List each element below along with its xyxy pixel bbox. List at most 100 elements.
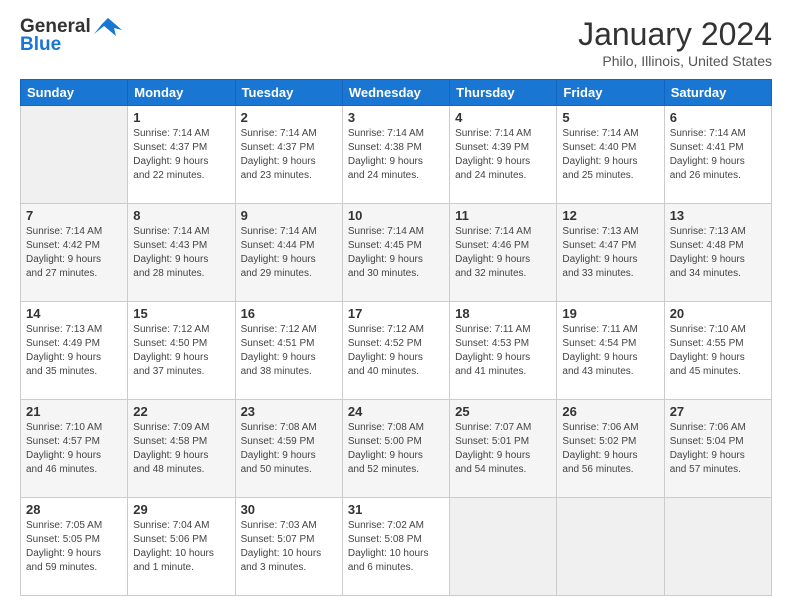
table-cell: 5Sunrise: 7:14 AM Sunset: 4:40 PM Daylig…	[557, 106, 664, 204]
day-info: Sunrise: 7:10 AM Sunset: 4:57 PM Dayligh…	[26, 421, 122, 477]
day-info: Sunrise: 7:12 AM Sunset: 4:52 PM Dayligh…	[348, 323, 444, 379]
col-tuesday: Tuesday	[235, 80, 342, 106]
day-number: 14	[26, 306, 122, 321]
title-block: January 2024 Philo, Illinois, United Sta…	[578, 16, 772, 69]
day-info: Sunrise: 7:06 AM Sunset: 5:04 PM Dayligh…	[670, 421, 766, 477]
day-number: 21	[26, 404, 122, 419]
day-info: Sunrise: 7:14 AM Sunset: 4:37 PM Dayligh…	[241, 127, 337, 183]
table-cell: 9 Sunrise: 7:14 AM Sunset: 4:44 PM Daylig…	[235, 204, 342, 302]
day-info: Sunrise: 7:06 AM Sunset: 5:02 PM Dayligh…	[562, 421, 658, 477]
table-cell: 11 Sunrise: 7:14 AM Sunset: 4:46 PM Dayli…	[450, 204, 557, 302]
day-info: Sunrise: 7:04 AM Sunset: 5:06 PM Dayligh…	[133, 519, 229, 575]
day-number: 15	[133, 306, 229, 321]
table-cell: 7 Sunrise: 7:14 AM Sunset: 4:42 PM Daylig…	[21, 204, 128, 302]
table-cell: 13Sunrise: 7:13 AM Sunset: 4:48 PM Dayli…	[664, 204, 771, 302]
day-number: 10	[348, 208, 444, 223]
day-info: Sunrise: 7:14 AM Sunset: 4:44 PM Dayligh…	[241, 225, 337, 281]
table-cell: 21 Sunrise: 7:10 AM Sunset: 4:57 PM Dayli…	[21, 400, 128, 498]
day-info: Sunrise: 7:08 AM Sunset: 4:59 PM Dayligh…	[241, 421, 337, 477]
location-subtitle: Philo, Illinois, United States	[578, 53, 772, 69]
col-monday: Monday	[128, 80, 235, 106]
col-wednesday: Wednesday	[342, 80, 449, 106]
day-info: Sunrise: 7:03 AM Sunset: 5:07 PM Dayligh…	[241, 519, 337, 575]
day-info: Sunrise: 7:12 AM Sunset: 4:50 PM Dayligh…	[133, 323, 229, 379]
col-friday: Friday	[557, 80, 664, 106]
logo-blue: Blue	[20, 34, 61, 56]
day-number: 7	[26, 208, 122, 223]
day-info: Sunrise: 7:14 AM Sunset: 4:46 PM Dayligh…	[455, 225, 551, 281]
day-number: 1	[133, 110, 229, 125]
month-title: January 2024	[578, 16, 772, 53]
day-number: 9	[241, 208, 337, 223]
day-info: Sunrise: 7:14 AM Sunset: 4:39 PM Dayligh…	[455, 127, 551, 183]
table-cell: 25 Sunrise: 7:07 AM Sunset: 5:01 PM Dayli…	[450, 400, 557, 498]
table-cell: 27 Sunrise: 7:06 AM Sunset: 5:04 PM Dayli…	[664, 400, 771, 498]
day-number: 2	[241, 110, 337, 125]
table-cell: 23 Sunrise: 7:08 AM Sunset: 4:59 PM Dayli…	[235, 400, 342, 498]
day-info: Sunrise: 7:14 AM Sunset: 4:38 PM Dayligh…	[348, 127, 444, 183]
day-number: 19	[562, 306, 658, 321]
table-cell: 3 Sunrise: 7:14 AM Sunset: 4:38 PM Daylig…	[342, 106, 449, 204]
calendar-table: Sunday Monday Tuesday Wednesday Thursday…	[20, 79, 772, 596]
table-cell: 20 Sunrise: 7:10 AM Sunset: 4:55 PM Dayli…	[664, 302, 771, 400]
table-cell: 1Sunrise: 7:14 AM Sunset: 4:37 PM Daylig…	[128, 106, 235, 204]
day-number: 23	[241, 404, 337, 419]
day-info: Sunrise: 7:13 AM Sunset: 4:49 PM Dayligh…	[26, 323, 122, 379]
day-number: 18	[455, 306, 551, 321]
table-cell: 31Sunrise: 7:02 AM Sunset: 5:08 PM Dayli…	[342, 498, 449, 596]
logo: General Blue	[20, 16, 122, 56]
day-info: Sunrise: 7:09 AM Sunset: 4:58 PM Dayligh…	[133, 421, 229, 477]
table-cell: 28 Sunrise: 7:05 AM Sunset: 5:05 PM Dayli…	[21, 498, 128, 596]
day-number: 13	[670, 208, 766, 223]
table-cell: 19Sunrise: 7:11 AM Sunset: 4:54 PM Dayli…	[557, 302, 664, 400]
logo-bird-icon	[94, 16, 122, 38]
day-number: 4	[455, 110, 551, 125]
week-row-1: 1 Sunrise: 7:14 AM Sunset: 4:37 PM Daylig…	[21, 106, 772, 204]
day-number: 11	[455, 208, 551, 223]
day-info: Sunrise: 7:11 AM Sunset: 4:53 PM Dayligh…	[455, 323, 551, 379]
table-cell	[450, 498, 557, 596]
day-number: 25	[455, 404, 551, 419]
day-info: Sunrise: 7:12 AM Sunset: 4:51 PM Dayligh…	[241, 323, 337, 379]
day-info: Sunrise: 7:08 AM Sunset: 5:00 PM Dayligh…	[348, 421, 444, 477]
day-number: 3	[348, 110, 444, 125]
day-info: Sunrise: 7:05 AM Sunset: 5:05 PM Dayligh…	[26, 519, 122, 575]
table-cell: 2 Sunrise: 7:14 AM Sunset: 4:37 PM Daylig…	[235, 106, 342, 204]
week-row-5: 28 Sunrise: 7:05 AM Sunset: 5:05 PM Dayli…	[21, 498, 772, 596]
header: General Blue January 2024 Philo, Illinoi…	[20, 16, 772, 69]
day-number: 16	[241, 306, 337, 321]
week-row-4: 21 Sunrise: 7:10 AM Sunset: 4:57 PM Dayli…	[21, 400, 772, 498]
day-number: 17	[348, 306, 444, 321]
day-number: 28	[26, 502, 122, 517]
day-info: Sunrise: 7:14 AM Sunset: 4:41 PM Dayligh…	[670, 127, 766, 183]
day-info: Sunrise: 7:07 AM Sunset: 5:01 PM Dayligh…	[455, 421, 551, 477]
day-info: Sunrise: 7:14 AM Sunset: 4:43 PM Dayligh…	[133, 225, 229, 281]
table-cell: 4 Sunrise: 7:14 AM Sunset: 4:39 PM Daylig…	[450, 106, 557, 204]
day-number: 26	[562, 404, 658, 419]
day-number: 12	[562, 208, 658, 223]
day-info: Sunrise: 7:14 AM Sunset: 4:42 PM Dayligh…	[26, 225, 122, 281]
table-cell: 6 Sunrise: 7:14 AM Sunset: 4:41 PM Daylig…	[664, 106, 771, 204]
table-cell: 12Sunrise: 7:13 AM Sunset: 4:47 PM Dayli…	[557, 204, 664, 302]
table-cell: 18 Sunrise: 7:11 AM Sunset: 4:53 PM Dayli…	[450, 302, 557, 400]
col-sunday: Sunday	[21, 80, 128, 106]
table-cell: 16 Sunrise: 7:12 AM Sunset: 4:51 PM Dayli…	[235, 302, 342, 400]
day-number: 20	[670, 306, 766, 321]
week-row-2: 7 Sunrise: 7:14 AM Sunset: 4:42 PM Daylig…	[21, 204, 772, 302]
day-number: 27	[670, 404, 766, 419]
day-number: 29	[133, 502, 229, 517]
table-cell: 15 Sunrise: 7:12 AM Sunset: 4:50 PM Dayli…	[128, 302, 235, 400]
table-cell	[557, 498, 664, 596]
header-row: Sunday Monday Tuesday Wednesday Thursday…	[21, 80, 772, 106]
table-cell: 10Sunrise: 7:14 AM Sunset: 4:45 PM Dayli…	[342, 204, 449, 302]
day-info: Sunrise: 7:10 AM Sunset: 4:55 PM Dayligh…	[670, 323, 766, 379]
col-saturday: Saturday	[664, 80, 771, 106]
page: General Blue January 2024 Philo, Illinoi…	[0, 0, 792, 612]
day-number: 24	[348, 404, 444, 419]
day-number: 5	[562, 110, 658, 125]
day-number: 31	[348, 502, 444, 517]
table-cell: 8Sunrise: 7:14 AM Sunset: 4:43 PM Daylig…	[128, 204, 235, 302]
week-row-3: 14 Sunrise: 7:13 AM Sunset: 4:49 PM Dayli…	[21, 302, 772, 400]
day-number: 6	[670, 110, 766, 125]
table-cell: 17 Sunrise: 7:12 AM Sunset: 4:52 PM Dayli…	[342, 302, 449, 400]
